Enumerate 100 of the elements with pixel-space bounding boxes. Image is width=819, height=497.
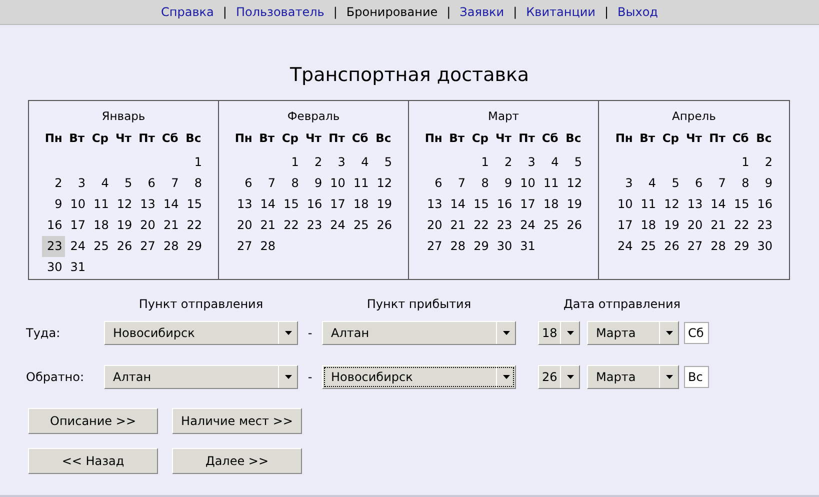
calendar-day[interactable]: 9 — [42, 194, 66, 215]
calendar-day[interactable]: 5 — [112, 173, 136, 194]
calendar-day[interactable]: 22 — [182, 215, 206, 236]
calendar-day[interactable]: 19 — [112, 215, 136, 236]
calendar-day[interactable]: 24 — [65, 236, 89, 257]
calendar-day[interactable]: 21 — [158, 215, 182, 236]
calendar-day[interactable]: 8 — [468, 173, 492, 194]
calendar-day[interactable]: 15 — [728, 194, 752, 215]
calendar-day[interactable]: 29 — [468, 236, 492, 257]
calendar-day[interactable]: 17 — [325, 194, 348, 215]
calendar-day[interactable]: 27 — [135, 236, 158, 257]
calendar-day[interactable]: 22 — [728, 215, 752, 236]
calendar-day[interactable]: 27 — [682, 236, 706, 257]
calendar-day[interactable]: 8 — [182, 173, 206, 194]
calendar-day[interactable]: 16 — [302, 194, 326, 215]
calendar-day[interactable]: 20 — [682, 215, 706, 236]
calendar-day[interactable]: 2 — [302, 152, 326, 173]
month-dropdown[interactable]: Марта — [587, 365, 679, 389]
nav-button[interactable]: Далее >> — [172, 448, 302, 474]
calendar-day[interactable]: 9 — [492, 173, 516, 194]
calendar-day[interactable]: 14 — [158, 194, 182, 215]
calendar-day[interactable]: 13 — [135, 194, 158, 215]
calendar-day[interactable]: 26 — [372, 215, 396, 236]
calendar-day[interactable]: 21 — [445, 215, 469, 236]
calendar-day[interactable]: 12 — [112, 194, 136, 215]
calendar-day[interactable]: 7 — [706, 173, 729, 194]
day-dropdown[interactable]: 18 — [538, 321, 580, 345]
calendar-day[interactable]: 28 — [255, 236, 279, 257]
calendar-day[interactable]: 28 — [706, 236, 729, 257]
nav-link[interactable]: Квитанции — [526, 5, 596, 19]
calendar-day[interactable]: 1 — [468, 152, 492, 173]
month-dropdown[interactable]: Марта — [587, 321, 679, 345]
calendar-day[interactable]: 25 — [88, 236, 112, 257]
calendar-day[interactable]: 17 — [612, 215, 636, 236]
nav-button[interactable]: << Назад — [28, 448, 158, 474]
calendar-day[interactable]: 14 — [445, 194, 469, 215]
calendar-day[interactable]: 26 — [112, 236, 136, 257]
calendar-day[interactable]: 18 — [348, 194, 372, 215]
calendar-day[interactable]: 4 — [538, 152, 562, 173]
calendar-day[interactable]: 7 — [255, 173, 279, 194]
calendar-day[interactable]: 27 — [422, 236, 446, 257]
calendar-day[interactable]: 19 — [562, 194, 586, 215]
calendar-day[interactable]: 23 — [42, 236, 66, 257]
city-dropdown[interactable]: Новосибирск — [322, 365, 516, 389]
calendar-day[interactable]: 4 — [88, 173, 112, 194]
calendar-day[interactable]: 15 — [182, 194, 206, 215]
calendar-day[interactable]: 9 — [752, 173, 776, 194]
calendar-day[interactable]: 3 — [612, 173, 636, 194]
calendar-day[interactable]: 16 — [42, 215, 66, 236]
calendar-day[interactable]: 10 — [612, 194, 636, 215]
calendar-day[interactable]: 11 — [348, 173, 372, 194]
calendar-day[interactable]: 20 — [135, 215, 158, 236]
calendar-day[interactable]: 12 — [562, 173, 586, 194]
calendar-day[interactable]: 10 — [515, 173, 538, 194]
calendar-day[interactable]: 4 — [636, 173, 660, 194]
calendar-day[interactable]: 6 — [135, 173, 158, 194]
calendar-day[interactable]: 6 — [682, 173, 706, 194]
calendar-day[interactable]: 18 — [636, 215, 660, 236]
calendar-day[interactable]: 28 — [158, 236, 182, 257]
calendar-day[interactable]: 1 — [728, 152, 752, 173]
calendar-day[interactable]: 3 — [65, 173, 89, 194]
calendar-day[interactable]: 28 — [445, 236, 469, 257]
calendar-day[interactable]: 7 — [158, 173, 182, 194]
calendar-day[interactable]: 23 — [492, 215, 516, 236]
nav-link[interactable]: Выход — [618, 5, 658, 19]
calendar-day[interactable]: 9 — [302, 173, 326, 194]
calendar-day[interactable]: 7 — [445, 173, 469, 194]
calendar-day[interactable]: 15 — [278, 194, 302, 215]
calendar-day[interactable]: 25 — [538, 215, 562, 236]
calendar-day[interactable]: 21 — [255, 215, 279, 236]
calendar-day[interactable]: 13 — [422, 194, 446, 215]
calendar-day[interactable]: 26 — [562, 215, 586, 236]
calendar-day[interactable]: 3 — [325, 152, 348, 173]
calendar-day[interactable]: 16 — [752, 194, 776, 215]
calendar-day[interactable]: 18 — [538, 194, 562, 215]
city-dropdown[interactable]: Алтан — [322, 321, 516, 345]
calendar-day[interactable]: 17 — [65, 215, 89, 236]
calendar-day[interactable]: 19 — [659, 215, 682, 236]
calendar-day[interactable]: 17 — [515, 194, 538, 215]
calendar-day[interactable]: 15 — [468, 194, 492, 215]
calendar-day[interactable]: 12 — [659, 194, 682, 215]
calendar-day[interactable]: 5 — [562, 152, 586, 173]
calendar-day[interactable]: 8 — [278, 173, 302, 194]
calendar-day[interactable]: 1 — [182, 152, 206, 173]
calendar-day[interactable]: 5 — [372, 152, 396, 173]
calendar-day[interactable]: 14 — [706, 194, 729, 215]
calendar-day[interactable]: 30 — [42, 257, 66, 278]
calendar-day[interactable]: 4 — [348, 152, 372, 173]
calendar-day[interactable]: 23 — [302, 215, 326, 236]
calendar-day[interactable]: 11 — [538, 173, 562, 194]
calendar-day[interactable]: 6 — [232, 173, 256, 194]
calendar-day[interactable]: 2 — [752, 152, 776, 173]
calendar-day[interactable]: 22 — [468, 215, 492, 236]
calendar-day[interactable]: 2 — [492, 152, 516, 173]
calendar-day[interactable]: 31 — [65, 257, 89, 278]
calendar-day[interactable]: 22 — [278, 215, 302, 236]
calendar-day[interactable]: 6 — [422, 173, 446, 194]
calendar-day[interactable]: 21 — [706, 215, 729, 236]
calendar-day[interactable]: 30 — [492, 236, 516, 257]
calendar-day[interactable]: 24 — [612, 236, 636, 257]
